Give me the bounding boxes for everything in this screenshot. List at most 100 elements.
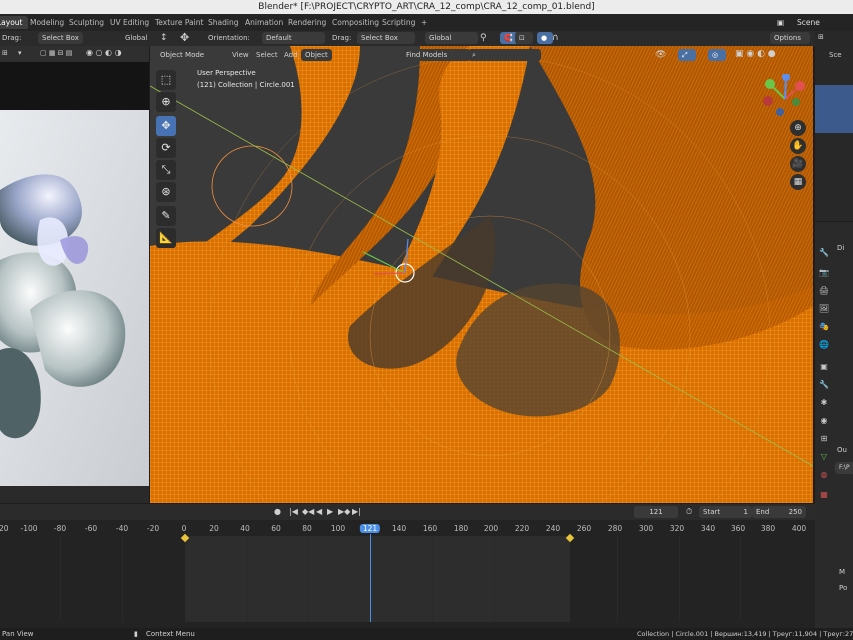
transform-gizmo-icon[interactable]: ✥: [180, 31, 189, 44]
tab-scripting[interactable]: Scripting: [377, 16, 420, 29]
menu-select[interactable]: Select: [256, 51, 278, 59]
gizmo-toggle-icon[interactable]: ⤢: [678, 49, 696, 61]
tab-texture-paint[interactable]: Texture Paint: [150, 16, 208, 29]
prev-keyframe-icon[interactable]: ◆◀: [302, 507, 314, 516]
visibility-icon[interactable]: 👁: [655, 50, 666, 60]
axis-navigation-gizmo[interactable]: [760, 74, 810, 124]
zoom-icon[interactable]: ⊕: [790, 120, 806, 136]
outliner-selected-rows[interactable]: [815, 85, 853, 133]
shading-mode-icons[interactable]: ◉ ○ ◐ ◑: [86, 48, 122, 57]
tab-compositing[interactable]: Compositing: [327, 16, 384, 29]
properties-section-m: M: [839, 568, 846, 576]
mouse-icon: ▮: [134, 630, 138, 638]
left-global-dropdown[interactable]: Global: [125, 34, 147, 42]
image-editor-overlay-icons[interactable]: ▢ ▦ ⊟ ▤: [40, 49, 72, 57]
output-path-field[interactable]: F:\P: [835, 462, 853, 474]
scene-selector[interactable]: Scene: [792, 16, 825, 29]
view-layer-icon[interactable]: 🖼: [817, 302, 831, 315]
proportional-edit-icon[interactable]: ●: [537, 32, 553, 44]
annotate-tool-icon[interactable]: ✎: [156, 206, 176, 226]
timeline-tick: 160: [422, 524, 438, 533]
timeline-tick: -120: [0, 524, 9, 533]
end-frame-field[interactable]: End 250: [752, 506, 806, 518]
tab-layout[interactable]: Layout: [0, 16, 28, 29]
constraints-icon[interactable]: ⊞: [817, 432, 831, 445]
material-icon[interactable]: ◍: [817, 468, 831, 481]
tab-rendering[interactable]: Rendering: [283, 16, 331, 29]
current-frame-field[interactable]: 121: [634, 506, 678, 518]
play-icon[interactable]: ▶: [327, 507, 333, 516]
texture-icon[interactable]: ▦: [817, 488, 831, 501]
3d-viewport[interactable]: Object Mode View Select Add Object Find …: [150, 46, 813, 503]
tool-props-icon[interactable]: 🔧: [817, 246, 831, 259]
left-select-box-dropdown[interactable]: Select Box: [38, 32, 83, 44]
modifier-icon[interactable]: 🔧: [817, 378, 831, 391]
cursor-tool-icon[interactable]: ⊕: [156, 92, 176, 112]
ortho-grid-icon[interactable]: ▦: [790, 174, 806, 190]
start-frame-field[interactable]: Start 1: [699, 506, 752, 518]
timeline-tick: 200: [483, 524, 499, 533]
record-icon[interactable]: ●: [274, 507, 281, 516]
rotate-tool-icon[interactable]: ⟳: [156, 138, 176, 158]
tab-uv-editing[interactable]: UV Editing: [105, 16, 154, 29]
camera-view-icon[interactable]: 🎥: [790, 156, 806, 172]
transform-tool-icon[interactable]: ⊛: [156, 182, 176, 202]
tab-sculpting[interactable]: Sculpting: [64, 16, 109, 29]
particles-icon[interactable]: ✱: [817, 396, 831, 409]
timeline-tick: 300: [638, 524, 654, 533]
play-reverse-icon[interactable]: ◀: [316, 507, 322, 516]
falloff-icon[interactable]: ∩: [552, 33, 559, 43]
tab-modeling[interactable]: Modeling: [25, 16, 69, 29]
outliner-scene-row[interactable]: Sce: [829, 51, 842, 59]
add-workspace-icon[interactable]: +: [416, 16, 432, 29]
timeline-tick: 320: [669, 524, 685, 533]
next-keyframe-icon[interactable]: ▶◆: [338, 507, 350, 516]
timeline-tick: 280: [607, 524, 623, 533]
outliner-editor-icon[interactable]: ⊞: [818, 33, 824, 41]
render-props-icon[interactable]: 📷: [817, 266, 831, 279]
menu-object[interactable]: Object: [301, 49, 332, 61]
output-props-icon[interactable]: 🖨: [817, 284, 831, 297]
menu-view[interactable]: View: [232, 51, 249, 59]
jump-end-icon[interactable]: ▶|: [352, 507, 361, 516]
world-props-icon[interactable]: 🌐: [817, 338, 831, 351]
scene-props-icon[interactable]: 🎭: [817, 320, 831, 333]
snap-target-icon[interactable]: ⊡: [515, 32, 533, 44]
stopwatch-icon[interactable]: ⏱: [686, 507, 692, 517]
timeline-tick: 360: [730, 524, 746, 533]
transform-orientation-dropdown[interactable]: Global: [425, 32, 478, 44]
object-props-icon[interactable]: ▣: [817, 360, 831, 373]
search-icon: ⌕: [472, 51, 476, 59]
viewport-shading-icons[interactable]: ▣ ◉ ◐ ●: [735, 49, 776, 59]
tab-animation[interactable]: Animation: [240, 16, 288, 29]
timeline-tick: -100: [20, 524, 38, 533]
overlay-toggle-icon[interactable]: ◎: [708, 49, 726, 61]
measure-tool-icon[interactable]: 📐: [156, 228, 176, 248]
scale-tool-icon[interactable]: ⤡: [156, 160, 176, 180]
tab-shading[interactable]: Shading: [203, 16, 243, 29]
timeline-current-frame-marker[interactable]: 121: [359, 524, 381, 533]
scene-icon[interactable]: ▣: [772, 16, 789, 29]
select-box-dropdown[interactable]: Select Box: [357, 32, 415, 44]
find-models-dropdown[interactable]: Find Models: [402, 49, 470, 61]
data-props-icon[interactable]: ▽: [817, 450, 831, 463]
menu-add[interactable]: Add: [284, 51, 298, 59]
jump-start-icon[interactable]: |◀: [289, 507, 298, 516]
image-editor-mode-icon[interactable]: ▾: [18, 49, 22, 57]
options-dropdown[interactable]: Options: [770, 32, 810, 44]
orientation-dropdown[interactable]: Default: [262, 32, 325, 44]
pan-hand-icon[interactable]: ✋: [790, 138, 806, 154]
end-label: End: [756, 508, 770, 516]
pivot-icon[interactable]: ⚲: [480, 33, 487, 43]
playhead-line[interactable]: [370, 534, 371, 622]
timeline-tick: 240: [545, 524, 561, 533]
move-tool-icon[interactable]: ✥: [156, 116, 176, 136]
timeline-tick: -80: [53, 524, 67, 533]
search-field[interactable]: ⌕: [468, 49, 541, 61]
select-tool-icon[interactable]: ⬚: [156, 70, 176, 90]
move-icon[interactable]: ↕: [160, 33, 168, 43]
timeline-tick: 340: [700, 524, 716, 533]
physics-icon[interactable]: ◉: [817, 414, 831, 427]
object-mode-dropdown[interactable]: Object Mode: [156, 49, 222, 61]
image-editor-view-icon[interactable]: ⊞: [2, 49, 8, 57]
